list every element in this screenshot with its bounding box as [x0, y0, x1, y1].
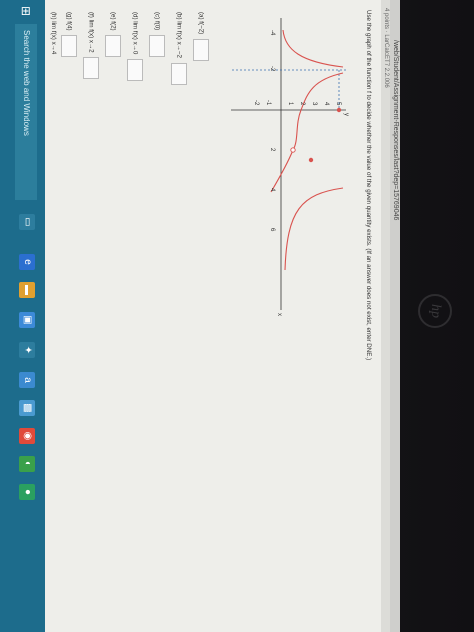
answer-input[interactable]: [171, 62, 187, 85]
chrome-icon[interactable]: ◉: [19, 428, 35, 444]
question-expr: lim f(x) x→2: [87, 19, 95, 53]
laptop-logo: hp: [418, 294, 452, 328]
app-icon[interactable]: ●: [19, 484, 35, 500]
question-f: (f) lim f(x) x→2: [83, 12, 99, 80]
instructions-text: Use the graph of the function f to decid…: [365, 10, 372, 361]
question-label: (b): [175, 12, 183, 20]
question-b: (b) lim f(x) x→−2: [171, 12, 187, 85]
answer-input[interactable]: [193, 38, 209, 61]
amazon-icon[interactable]: a: [19, 372, 35, 388]
question-a: (a) f(−2): [193, 12, 209, 61]
windows-start-icon[interactable]: ⊞: [19, 4, 33, 18]
question-label: (h): [50, 12, 57, 20]
answer-input[interactable]: [149, 34, 165, 57]
answer-input[interactable]: [105, 35, 121, 58]
question-label: (e): [109, 12, 117, 20]
question-expr: lim f(x) x→4: [50, 21, 57, 55]
open-point: [290, 147, 296, 153]
y-tick-label: -2: [253, 100, 259, 106]
answer-input[interactable]: [61, 35, 77, 58]
x-tick-label: -2: [269, 66, 275, 72]
photos-icon[interactable]: ▩: [19, 400, 35, 416]
edge-browser-icon[interactable]: e: [19, 254, 35, 270]
y-axis-label: y: [343, 113, 349, 116]
curve-right: [270, 149, 294, 193]
task-view-icon[interactable]: ▭: [19, 214, 35, 230]
question-d: (d) lim f(x) x→0: [127, 12, 143, 82]
question-label: (d): [131, 12, 139, 20]
y-tick-label: 2: [299, 102, 305, 106]
curve-far-right: [284, 187, 344, 271]
store-icon[interactable]: ▣: [19, 312, 35, 328]
question-label: (g): [65, 12, 73, 20]
function-graph: -4 -2 2 4 6 x 5 4 3 2 1 -1 -2 y: [231, 18, 349, 316]
taskbar: ⊞ Search the web and Windows ▭ e ▬ ▣ ✦ a…: [0, 0, 45, 632]
file-explorer-icon[interactable]: ▬: [19, 282, 35, 298]
x-tick-label: 6: [269, 228, 275, 232]
question-expr: f(2): [109, 21, 117, 31]
x-tick-label: -4: [269, 30, 275, 36]
y-tick-label: 4: [323, 102, 329, 106]
assignment-content: Use the graph of the function f to decid…: [45, 0, 381, 632]
app-icon[interactable]: ◐: [19, 456, 35, 472]
filled-point: [308, 157, 314, 163]
y-tick-label: -1: [265, 100, 271, 106]
question-expr: f(0): [153, 20, 161, 31]
y-tick-label: 3: [311, 102, 317, 106]
address-bar[interactable]: /web/Student/Assignment-Responses/last?d…: [390, 0, 400, 632]
question-c: (c) f(0): [149, 12, 165, 57]
screen: /web/Student/Assignment-Responses/last?d…: [0, 0, 400, 632]
x-tick-label: 2: [269, 148, 275, 152]
filled-point: [336, 107, 342, 113]
question-label: (a): [197, 12, 205, 20]
question-g: (g) f(4): [61, 12, 77, 58]
screen-photo: /web/Student/Assignment-Responses/last?d…: [0, 0, 400, 632]
assignment-header: 4 points · LarCalcET7 2.2.006: [381, 0, 390, 632]
assignment-header-text: 4 points · LarCalcET7 2.2.006: [383, 8, 389, 88]
question-expr: lim f(x) x→0: [131, 21, 139, 55]
question-expr: f(4): [65, 21, 73, 31]
curve-middle: [292, 72, 344, 151]
y-tick-label: 1: [287, 102, 293, 106]
taskbar-search[interactable]: Search the web and Windows: [15, 24, 37, 200]
x-tick-label: 4: [269, 188, 275, 192]
answer-input[interactable]: [83, 57, 99, 80]
x-axis-label: x: [276, 313, 282, 316]
url-text: /web/Student/Assignment-Responses/last?d…: [392, 40, 399, 221]
question-e: (e) f(2): [105, 12, 121, 58]
question-label: (c): [153, 12, 161, 20]
question-label: (f): [87, 12, 95, 18]
dropbox-icon[interactable]: ✦: [19, 342, 35, 358]
curve-left: [282, 29, 344, 68]
y-tick-label: 5: [335, 102, 341, 106]
answer-input[interactable]: [127, 59, 143, 82]
question-h: (h) lim f(x) x→4: [50, 12, 57, 54]
question-expr: lim f(x) x→−2: [175, 21, 183, 58]
question-expr: f(−2): [197, 21, 205, 35]
